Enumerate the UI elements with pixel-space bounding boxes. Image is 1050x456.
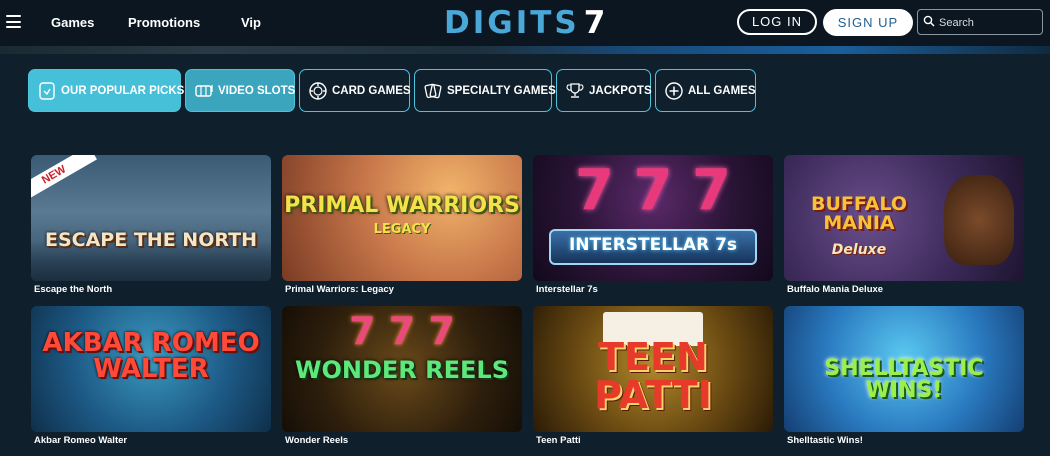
cards-icon — [424, 83, 442, 98]
game-title[interactable]: Shelltastic Wins! — [787, 435, 863, 446]
nav-games[interactable]: Games — [51, 15, 94, 30]
logo-text: DIGITS — [444, 5, 580, 41]
game-card-escape-the-north[interactable]: ESCAPE THE NORTH NEW Escape the North — [31, 155, 271, 295]
tab-label: JACKPOTS — [589, 84, 652, 97]
site-logo[interactable]: DIGITS 7 — [444, 5, 608, 41]
game-title[interactable]: Interstellar 7s — [536, 284, 598, 295]
game-card-wonder-reels[interactable]: 7 7 7 WONDER REELS Wonder Reels — [282, 306, 522, 446]
game-title[interactable]: Primal Warriors: Legacy — [285, 284, 394, 295]
search-input[interactable] — [937, 13, 1041, 33]
game-art-title: WONDER REELS — [295, 356, 509, 384]
sevens-art: 7 7 7 — [349, 309, 455, 353]
tab-card-games[interactable]: CARD GAMES — [299, 69, 411, 112]
game-thumbnail[interactable]: ESCAPE THE NORTH NEW — [31, 155, 271, 281]
game-title[interactable]: Akbar Romeo Walter — [34, 435, 127, 446]
game-title[interactable]: Buffalo Mania Deluxe — [787, 284, 883, 295]
game-art-title: PRIMAL WARRIORS — [284, 193, 520, 218]
game-card-buffalo-mania[interactable]: BUFFALO MANIA Deluxe Buffalo Mania Delux… — [784, 155, 1024, 295]
tab-our-popular-picks[interactable]: OUR POPULAR PICKS — [28, 69, 185, 112]
tab-jackpots[interactable]: JACKPOTS — [556, 69, 652, 112]
game-thumbnail[interactable]: SHELLTASTIC WINS! — [784, 306, 1024, 432]
nav-promotions[interactable]: Promotions — [128, 15, 200, 30]
tab-specialty-games[interactable]: SPECIALTY GAMES — [414, 69, 556, 112]
tab-all-games[interactable]: ALL GAMES — [655, 69, 756, 112]
search-box[interactable] — [917, 9, 1043, 35]
game-art-title: ESCAPE THE NORTH — [45, 229, 257, 251]
slot-machine-icon — [195, 84, 213, 97]
plus-circle-icon — [665, 81, 683, 100]
game-thumbnail[interactable]: AKBAR ROMEO WALTER — [31, 306, 271, 432]
sevens-art: 7 7 7 — [575, 158, 731, 223]
trophy-icon — [566, 82, 584, 98]
poker-chip-icon — [309, 81, 327, 100]
game-card-interstellar-7s[interactable]: 7 7 7 INTERSTELLAR 7s Interstellar 7s — [533, 155, 773, 295]
tab-label: SPECIALTY GAMES — [447, 84, 556, 97]
nav-vip[interactable]: Vip — [241, 15, 261, 30]
game-thumbnail[interactable]: PRIMAL WARRIORS LEGACY — [282, 155, 522, 281]
game-art-title: AKBAR ROMEO WALTER — [42, 328, 260, 384]
game-card-teen-patti[interactable]: TEEN PATTI Teen Patti — [533, 306, 773, 446]
tab-label: ALL GAMES — [688, 84, 756, 97]
game-card-akbar-romeo-walter[interactable]: AKBAR ROMEO WALTER Akbar Romeo Walter — [31, 306, 271, 446]
new-badge: NEW — [31, 155, 97, 205]
hand-pointer-icon — [39, 81, 55, 100]
search-icon — [923, 15, 935, 27]
hero-banner-edge — [0, 46, 1050, 54]
tab-video-slots[interactable]: VIDEO SLOTS — [185, 69, 295, 112]
game-thumbnail[interactable]: 7 7 7 INTERSTELLAR 7s — [533, 155, 773, 281]
game-art-title: SHELLTASTIC WINS! — [824, 356, 984, 403]
game-title[interactable]: Wonder Reels — [285, 435, 348, 446]
game-art-subtitle: Deluxe — [831, 242, 887, 258]
game-title[interactable]: Escape the North — [34, 284, 112, 295]
login-button[interactable]: LOG IN — [737, 9, 817, 35]
game-thumbnail[interactable]: BUFFALO MANIA Deluxe — [784, 155, 1024, 281]
tab-label: OUR POPULAR PICKS — [61, 84, 185, 97]
game-thumbnail[interactable]: 7 7 7 WONDER REELS — [282, 306, 522, 432]
game-card-shelltastic-wins[interactable]: SHELLTASTIC WINS! Shelltastic Wins! — [784, 306, 1024, 446]
game-art-title: BUFFALO MANIA — [811, 193, 907, 234]
game-card-primal-warriors[interactable]: PRIMAL WARRIORS LEGACY Primal Warriors: … — [282, 155, 522, 295]
game-title[interactable]: Teen Patti — [536, 435, 581, 446]
game-art-title: INTERSTELLAR 7s — [568, 235, 738, 255]
game-thumbnail[interactable]: TEEN PATTI — [533, 306, 773, 432]
logo-number: 7 — [583, 5, 609, 41]
category-tabs: OUR POPULAR PICKS VIDEO SLOTS CARD GAMES… — [0, 69, 1050, 113]
tab-label: VIDEO SLOTS — [218, 84, 296, 97]
game-art-subtitle: LEGACY — [373, 222, 431, 237]
menu-icon[interactable] — [6, 15, 21, 28]
game-art-title: TEEN PATTI — [594, 335, 712, 417]
signup-button[interactable]: SIGN UP — [823, 9, 913, 36]
tab-label: CARD GAMES — [332, 84, 411, 97]
